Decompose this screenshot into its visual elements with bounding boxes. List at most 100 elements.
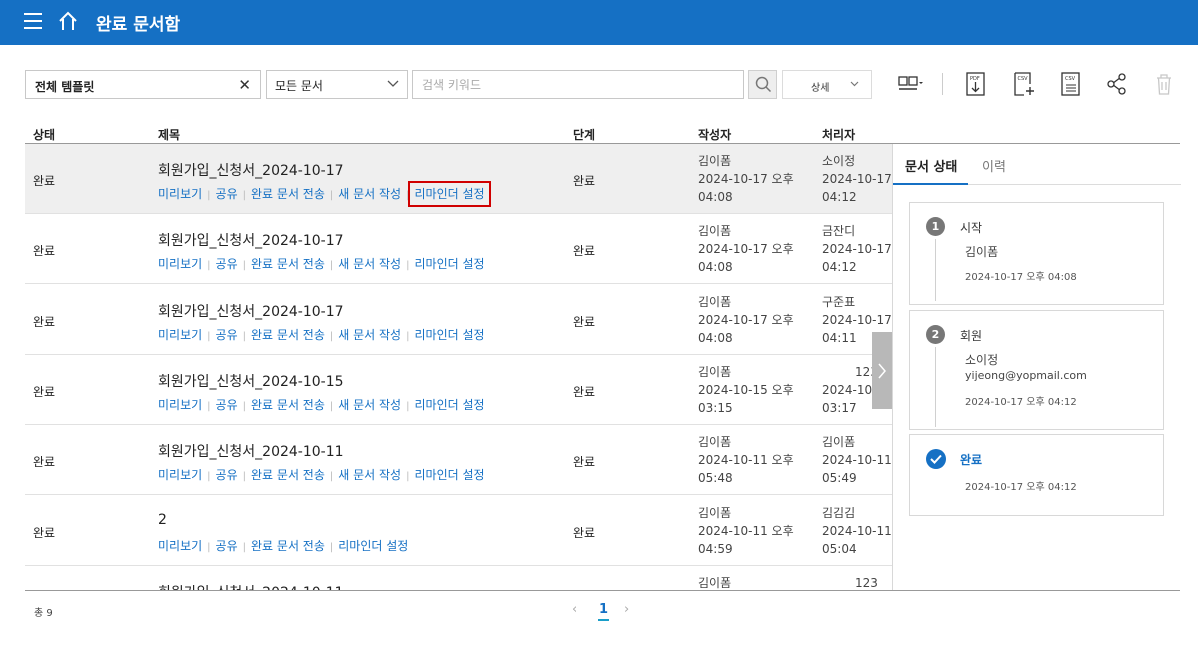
- top-bar: 완료 문서함: [0, 0, 1198, 45]
- table-row[interactable]: 완료 회원가입_신청서_2024-10-17 미리보기 | 공유 | 완료 문서 전송 | 새 …: [25, 144, 892, 214]
- action-link-0[interactable]: 미리보기: [158, 257, 202, 271]
- tab-history[interactable]: 이력: [982, 156, 1006, 175]
- row-writer: 김이폼: [698, 574, 731, 590]
- action-link-1[interactable]: 공유: [216, 187, 238, 201]
- action-link-2[interactable]: 완료 문서 전송: [251, 468, 325, 482]
- document-filter-select[interactable]: 모든 문서: [266, 70, 408, 99]
- step-title: 시작: [960, 221, 983, 235]
- action-link-1[interactable]: 공유: [216, 257, 238, 271]
- csv-add-icon[interactable]: CSV: [1010, 70, 1038, 98]
- action-link-4[interactable]: 리마인더 설정: [414, 257, 484, 271]
- action-link-2[interactable]: 완료 문서 전송: [251, 328, 325, 342]
- action-link-4[interactable]: 리마인더 설정: [414, 328, 484, 342]
- search-button[interactable]: [748, 70, 777, 99]
- action-link-1[interactable]: 공유: [216, 398, 238, 412]
- processor-name: 김이폼: [822, 435, 856, 450]
- table-row[interactable]: 완료 회원가입_신청서_2024-10-17 미리보기 | 공유 | 완료 문서 전송 | 새 …: [25, 214, 892, 285]
- chevron-down-icon: [387, 80, 399, 87]
- pdf-download-icon[interactable]: PDF: [962, 70, 990, 98]
- action-link-1[interactable]: 공유: [216, 468, 238, 482]
- detail-search-label: 상세: [811, 83, 830, 94]
- row-processor: 김이폼 2024-10-11 오 05:49: [822, 433, 892, 487]
- detail-search-button[interactable]: 상세: [782, 70, 872, 99]
- action-link-4[interactable]: 리마인더 설정: [408, 181, 491, 207]
- action-link-1[interactable]: 공유: [216, 328, 238, 342]
- action-link-2[interactable]: 완료 문서 전송: [251, 187, 325, 201]
- table-row[interactable]: 완료 회원가입_신청서_2024-10-17 미리보기 | 공유 | 완료 문서 전송 | 새 …: [25, 284, 892, 355]
- action-separator: |: [406, 330, 410, 342]
- search-input[interactable]: [413, 71, 743, 98]
- column-header-stage[interactable]: 단계: [573, 126, 595, 143]
- row-title[interactable]: 회원가입_신청서_2024-10-15: [158, 371, 344, 391]
- hamburger-icon[interactable]: [24, 13, 42, 29]
- column-header-processor[interactable]: 처리자: [822, 126, 855, 143]
- step-user-email: yijeong@yopmail.com: [965, 369, 1087, 382]
- action-link-2[interactable]: 완료 문서 전송: [251, 398, 325, 412]
- writer-name: 김이폼: [698, 224, 732, 239]
- row-title[interactable]: 회원가입_신청서_2024-10-11: [158, 582, 344, 590]
- step-title: 완료: [960, 453, 983, 467]
- action-link-3[interactable]: 새 문서 작성: [338, 468, 401, 482]
- tab-document-status[interactable]: 문서 상태: [905, 156, 957, 175]
- document-list: 완료 회원가입_신청서_2024-10-17 미리보기 | 공유 | 완료 문서 전송 | 새 …: [25, 144, 892, 590]
- action-link-0[interactable]: 미리보기: [158, 468, 202, 482]
- row-actions: 미리보기 | 공유 | 완료 문서 전송 | 새 문서 작성 | 리마인더 설정: [158, 466, 485, 483]
- action-separator: |: [406, 400, 410, 412]
- action-link-3[interactable]: 새 문서 작성: [338, 257, 401, 271]
- step-date: 2024-10-17 오후 04:08: [965, 272, 1077, 283]
- row-title[interactable]: 2: [158, 512, 167, 528]
- row-title[interactable]: 회원가입_신청서_2024-10-17: [158, 160, 344, 180]
- action-link-0[interactable]: 미리보기: [158, 539, 202, 553]
- table-row[interactable]: 완료 회원가입_신청서_2024-10-11 미리보기 | 공유 | 완료 문서 전송 | 새 …: [25, 425, 892, 496]
- page-number-current[interactable]: 1: [598, 602, 610, 621]
- action-separator: |: [207, 330, 211, 342]
- row-writer: 김이폼 2024-10-11 오후 04:59: [698, 504, 794, 558]
- action-link-2[interactable]: 완료 문서 전송: [251, 539, 325, 553]
- writer-time: 04:59: [698, 541, 733, 556]
- action-link-4[interactable]: 리마인더 설정: [414, 468, 484, 482]
- action-link-3[interactable]: 새 문서 작성: [338, 398, 401, 412]
- action-link-2[interactable]: 완료 문서 전송: [251, 257, 325, 271]
- step-user-name: 소이정: [965, 353, 999, 367]
- action-link-4[interactable]: 리마인더 설정: [414, 398, 484, 412]
- column-header-writer[interactable]: 작성자: [698, 126, 731, 143]
- table-row[interactable]: 완료 2 미리보기 | 공유 | 완료 문서 전송 | 리마인더 설정 완료 김이폼 2024-10-…: [25, 495, 892, 566]
- panel-toggle-button[interactable]: [872, 332, 892, 409]
- step-number-badge: 2: [926, 325, 945, 344]
- template-select[interactable]: 전체 템플릿 ✕: [25, 70, 261, 99]
- table-row[interactable]: 회원가입_신청서_2024-10-11 김이폼 123: [25, 565, 892, 590]
- row-title[interactable]: 회원가입_신청서_2024-10-11: [158, 441, 344, 461]
- view-mode-icon[interactable]: [896, 70, 924, 98]
- column-header-status[interactable]: 상태: [33, 126, 55, 143]
- share-icon[interactable]: [1103, 70, 1131, 98]
- processor-time: 04:12: [822, 190, 857, 204]
- prev-page-button[interactable]: ‹: [572, 602, 577, 617]
- writer-date: 2024-10-17 오후: [698, 172, 794, 186]
- trash-icon[interactable]: [1150, 70, 1178, 98]
- row-actions: 미리보기 | 공유 | 완료 문서 전송 | 새 문서 작성 | 리마인더 설정: [158, 326, 485, 343]
- next-page-button[interactable]: ›: [624, 602, 629, 617]
- panel-tabs: 문서 상태 이력: [893, 144, 1181, 185]
- action-link-0[interactable]: 미리보기: [158, 187, 202, 201]
- action-link-3[interactable]: 새 문서 작성: [338, 328, 401, 342]
- column-header-title[interactable]: 제목: [158, 126, 180, 143]
- row-actions: 미리보기 | 공유 | 완료 문서 전송 | 새 문서 작성 | 리마인더 설정: [158, 396, 485, 413]
- action-link-3[interactable]: 리마인더 설정: [338, 539, 408, 553]
- action-separator: |: [329, 330, 334, 342]
- action-link-0[interactable]: 미리보기: [158, 398, 202, 412]
- writer-name: 김이폼: [698, 575, 732, 590]
- table-row[interactable]: 완료 회원가입_신청서_2024-10-15 미리보기 | 공유 | 완료 문서 전송 | 새 …: [25, 354, 892, 425]
- action-link-1[interactable]: 공유: [216, 539, 238, 553]
- action-link-3[interactable]: 새 문서 작성: [338, 187, 401, 201]
- home-icon[interactable]: [57, 10, 79, 32]
- row-title[interactable]: 회원가입_신청서_2024-10-17: [158, 301, 344, 321]
- processor-time: 05:49: [822, 471, 857, 486]
- processor-date: 2024-10-17 오: [822, 172, 892, 186]
- writer-date: 2024-10-11 오후: [698, 523, 794, 538]
- step-user-name: 김이폼: [965, 245, 999, 259]
- row-title[interactable]: 회원가입_신청서_2024-10-17: [158, 230, 344, 250]
- svg-text:CSV: CSV: [1065, 76, 1076, 82]
- csv-list-icon[interactable]: CSV: [1057, 70, 1085, 98]
- clear-icon[interactable]: ✕: [238, 76, 251, 94]
- action-link-0[interactable]: 미리보기: [158, 328, 202, 342]
